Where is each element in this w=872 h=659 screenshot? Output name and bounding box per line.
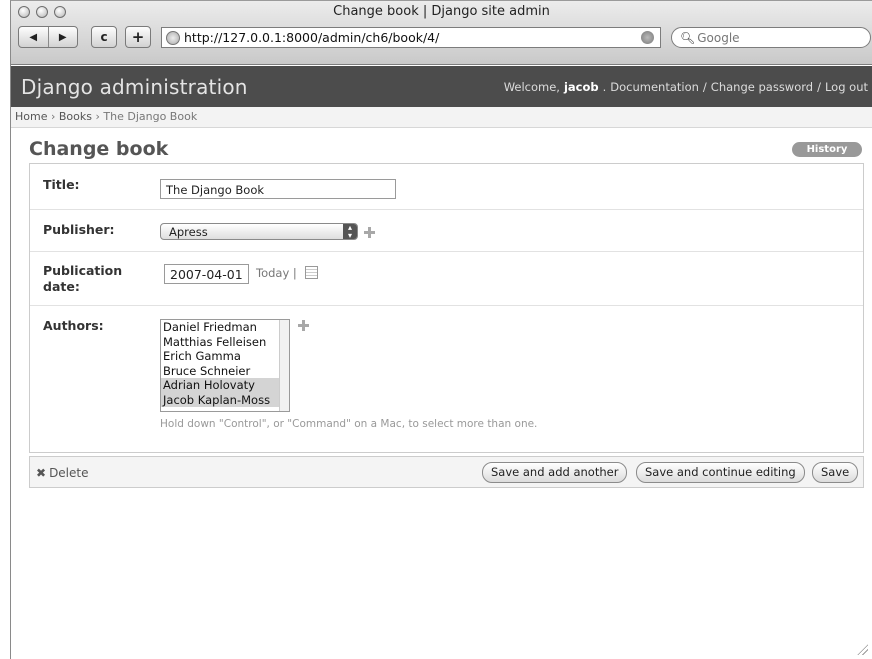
breadcrumb-separator: › — [50, 110, 56, 123]
browser-chrome: Change book | Django site admin ◀ ▶ c + … — [11, 1, 872, 65]
user-tools: Welcome, jacob. Documentation / Change p… — [503, 79, 868, 94]
author-option[interactable]: Daniel Friedman — [161, 320, 289, 335]
delete-link[interactable]: ✖ Delete — [36, 466, 89, 480]
page-title: Change book — [29, 138, 169, 160]
link-separator: / — [702, 79, 707, 94]
authors-multiselect[interactable]: Daniel Friedman Matthias Felleisen Erich… — [160, 319, 290, 412]
save-button[interactable]: Save — [812, 462, 859, 483]
documentation-link[interactable]: Documentation — [610, 80, 699, 94]
author-option[interactable]: Erich Gamma — [161, 349, 289, 364]
address-bar-url: http://127.0.0.1:8000/admin/ch6/book/4/ — [184, 30, 440, 45]
save-and-continue-button[interactable]: Save and continue editing — [636, 462, 805, 483]
authors-label: Authors: — [43, 318, 104, 333]
address-bar[interactable]: http://127.0.0.1:8000/admin/ch6/book/4/ — [161, 27, 661, 48]
authors-scrollbar[interactable] — [279, 320, 289, 411]
breadcrumb-current: The Django Book — [103, 110, 198, 123]
window-title: Change book | Django site admin — [333, 4, 550, 19]
publication-date-row: Publication date: 2007-04-01 Today | — [30, 252, 863, 306]
breadcrumb: Home › Books › The Django Book — [11, 107, 872, 128]
authors-help-text: Hold down "Control", or "Command" on a M… — [160, 418, 538, 430]
add-author-plus-icon[interactable] — [298, 320, 309, 331]
date-shortcuts: Today | — [256, 266, 297, 280]
username: jacob — [563, 79, 599, 94]
publisher-row: Publisher: Apress ▴ ▾ — [30, 210, 863, 252]
search-icon: 🔍︎ — [680, 30, 696, 45]
publication-date-input[interactable]: 2007-04-01 — [164, 264, 249, 284]
title-row: Title: The Django Book — [30, 164, 863, 210]
submit-row: ✖ Delete Save and add another Save and co… — [29, 456, 864, 488]
welcome-text: Welcome, — [503, 79, 560, 94]
shortcut-separator: | — [292, 266, 297, 280]
book-form: Title: The Django Book Publisher: Apress… — [29, 163, 864, 453]
add-bookmark-button[interactable]: + — [125, 26, 151, 48]
author-option-selected[interactable]: Adrian Holovaty — [161, 378, 289, 393]
author-option-selected[interactable]: Jacob Kaplan-Moss — [161, 392, 289, 407]
forward-button[interactable]: ▶ — [49, 32, 78, 43]
breadcrumb-books[interactable]: Books — [59, 110, 92, 123]
globe-icon — [166, 30, 180, 45]
breadcrumb-home[interactable]: Home — [15, 110, 47, 123]
title-label: Title: — [43, 177, 80, 192]
back-button[interactable]: ◀ — [19, 32, 48, 43]
publisher-label: Publisher: — [43, 222, 115, 237]
publication-date-label: Publication date: — [43, 263, 123, 294]
resize-handle-icon[interactable] — [856, 643, 868, 655]
author-option[interactable]: Matthias Felleisen — [161, 335, 289, 350]
back-forward-buttons: ◀ ▶ — [18, 26, 78, 48]
author-option[interactable]: Bruce Schneier — [161, 364, 289, 379]
log-out-link[interactable]: Log out — [825, 80, 868, 94]
save-and-add-another-button[interactable]: Save and add another — [482, 462, 628, 483]
admin-header: Django administration Welcome, jacob. Do… — [11, 66, 872, 107]
select-arrows-icon: ▴ ▾ — [343, 224, 357, 240]
title-input[interactable]: The Django Book — [160, 179, 396, 199]
site-branding: Django administration — [21, 74, 248, 99]
snapback-icon[interactable] — [641, 31, 654, 44]
search-field[interactable]: 🔍︎ Google — [671, 27, 871, 48]
delete-label: Delete — [49, 466, 89, 480]
browser-window: Change book | Django site admin ◀ ▶ c + … — [10, 0, 872, 659]
add-publisher-plus-icon[interactable] — [364, 227, 375, 238]
delete-icon: ✖ — [36, 466, 47, 480]
reload-button[interactable]: c — [91, 26, 117, 48]
link-separator: / — [817, 79, 821, 94]
publisher-selected-value: Apress — [169, 225, 208, 239]
change-password-link[interactable]: Change password — [711, 80, 813, 94]
publisher-select[interactable]: Apress ▴ ▾ — [160, 223, 358, 240]
breadcrumb-separator: › — [95, 110, 100, 123]
authors-row: Authors: Daniel Friedman Matthias Fellei… — [30, 306, 863, 452]
history-button[interactable]: History — [792, 142, 862, 157]
today-link[interactable]: Today — [256, 266, 289, 280]
calendar-icon[interactable] — [305, 266, 318, 279]
search-placeholder: Google — [697, 30, 740, 45]
